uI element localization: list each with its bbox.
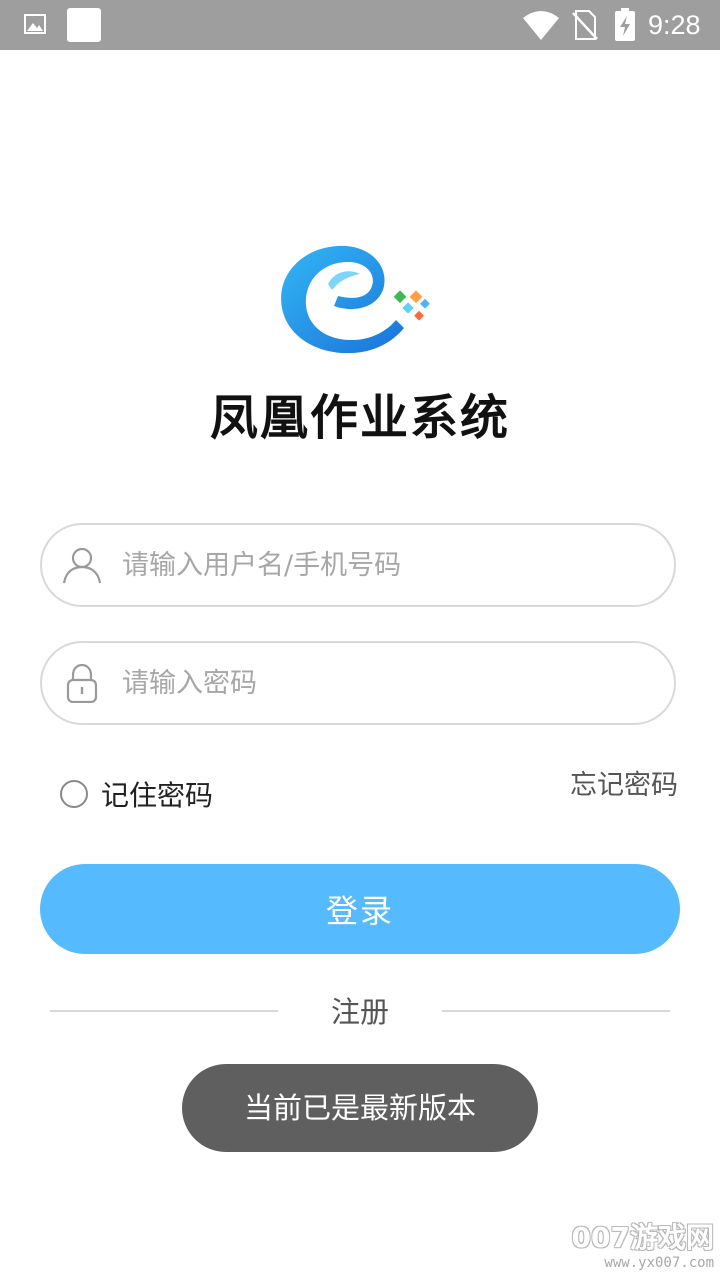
divider-right	[442, 1010, 670, 1012]
divider-left	[50, 1010, 278, 1012]
watermark-url: www.yx007.com	[604, 1255, 714, 1271]
app-logo	[281, 245, 430, 354]
notification-square-icon	[67, 8, 101, 42]
no-sim-icon	[572, 10, 598, 40]
login-screen: 9:28 凤凰作业系统 记住	[0, 0, 720, 1280]
remember-password-label[interactable]: 记住密码	[101, 776, 213, 816]
gallery-icon	[24, 14, 46, 34]
watermark-text: 007游戏网	[571, 1221, 714, 1254]
app-title: 凤凰作业系统	[209, 390, 510, 446]
username-field[interactable]	[40, 523, 676, 607]
password-field[interactable]	[40, 641, 676, 725]
username-input[interactable]	[122, 525, 652, 605]
status-time: 9:28	[648, 10, 701, 40]
remember-password-checkbox[interactable]	[60, 780, 88, 808]
login-button[interactable]: 登录	[40, 864, 680, 954]
wifi-icon	[523, 11, 559, 40]
forgot-password-link[interactable]: 忘记密码	[570, 766, 678, 806]
password-input[interactable]	[122, 643, 652, 723]
user-icon	[62, 547, 102, 584]
register-link[interactable]: 注册	[300, 992, 420, 1032]
watermark: 007游戏网 www.yx007.com	[572, 1222, 714, 1272]
toast-message: 当前已是最新版本	[182, 1064, 538, 1152]
battery-charging-icon	[615, 8, 635, 41]
lock-icon	[66, 663, 98, 703]
status-bar: 9:28	[0, 0, 720, 50]
